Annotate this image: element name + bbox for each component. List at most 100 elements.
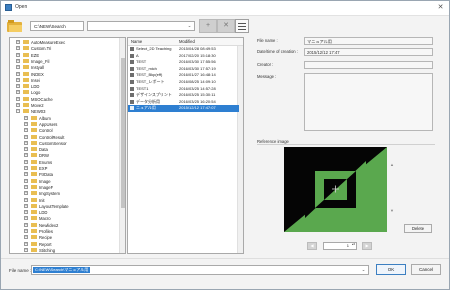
- expand-icon[interactable]: +: [16, 90, 20, 95]
- file-row[interactable]: Select_2D Teaching 2015/04/28 08:49:53: [128, 46, 239, 53]
- expand-icon[interactable]: +: [24, 166, 28, 170]
- file-modified: 2015/12/12 17:47:07: [179, 105, 216, 111]
- image-index-field[interactable]: 1 ▴▾: [323, 242, 357, 250]
- file-icon: [130, 66, 134, 71]
- chevron-down-icon[interactable]: ⌄: [360, 266, 367, 274]
- folder-icon: [31, 172, 37, 177]
- close-icon[interactable]: ✕: [436, 3, 445, 12]
- expand-icon[interactable]: +: [24, 191, 28, 196]
- expand-icon[interactable]: +: [24, 153, 28, 158]
- folder-icon: [23, 77, 29, 82]
- expand-icon[interactable]: +: [16, 71, 20, 76]
- file-row[interactable]: TEST_レポート 2016/08/25 14:09:10: [128, 79, 239, 86]
- expand-icon[interactable]: +: [24, 172, 28, 177]
- expand-icon[interactable]: +: [24, 229, 28, 233]
- folder-icon: [31, 210, 37, 215]
- folder-icon: [31, 121, 37, 126]
- expand-icon[interactable]: +: [16, 40, 20, 44]
- file-icon: [130, 53, 134, 58]
- expand-icon[interactable]: +: [16, 84, 20, 89]
- add-folder-icon: +: [205, 22, 211, 29]
- file-name-display: マニュアル用: [304, 37, 433, 45]
- file-row[interactable]: データ分析用 2016/03/25 16:20:54: [128, 99, 239, 106]
- image-scroll-down-icon[interactable]: ▼: [388, 207, 396, 214]
- file-row[interactable]: TEST 2016/03/30 17:55:56: [128, 59, 239, 66]
- next-image-button[interactable]: ▶: [362, 242, 372, 250]
- divider: [1, 258, 449, 259]
- open-dialog: Open ✕ C:\NEW\Search ⌄ + ✕ + AutoMeasureE…: [0, 0, 450, 290]
- expand-icon[interactable]: +: [16, 58, 20, 63]
- previous-image-button[interactable]: ◀: [307, 242, 317, 250]
- expand-icon[interactable]: +: [24, 128, 28, 133]
- file-row[interactable]: TEST1 2016/03/25 14:57:28: [128, 86, 239, 93]
- expand-icon[interactable]: +: [16, 77, 20, 82]
- file-name-input[interactable]: C:\NEW\Search\マニュアル用 ⌄: [31, 265, 369, 275]
- file-name: TEST: [136, 59, 147, 65]
- folder-tree[interactable]: + AutoMeasureExec + Custom.Tri + EZE + Image_Fi…: [9, 37, 126, 254]
- folder-icon: [31, 222, 37, 227]
- expand-icon[interactable]: +: [24, 197, 28, 202]
- open-folder-icon[interactable]: [7, 19, 23, 33]
- expand-icon[interactable]: +: [24, 134, 28, 139]
- expand-icon[interactable]: +: [24, 140, 28, 145]
- divider: [257, 144, 435, 145]
- column-modified[interactable]: Modified: [179, 38, 195, 45]
- file-row[interactable]: A 2017/02/20 15:18:30: [128, 53, 239, 60]
- expand-icon[interactable]: +: [24, 115, 28, 120]
- expand-icon[interactable]: +: [24, 178, 28, 183]
- list-view-icon[interactable]: [235, 19, 249, 33]
- folder-icon: [31, 203, 37, 208]
- folder-icon: [31, 115, 37, 120]
- title-bar: Open ✕: [1, 1, 449, 16]
- expand-icon[interactable]: +: [24, 184, 28, 189]
- expand-icon[interactable]: +: [24, 247, 28, 252]
- expand-icon[interactable]: +: [24, 121, 28, 126]
- file-modified: 2016/03/25 16:20:54: [179, 98, 216, 104]
- expand-icon[interactable]: +: [24, 222, 28, 227]
- file-name-label: File name :: [257, 38, 278, 43]
- expand-icon[interactable]: +: [24, 216, 28, 221]
- expand-icon[interactable]: +: [24, 241, 28, 246]
- expand-icon[interactable]: +: [16, 103, 20, 107]
- column-name[interactable]: Name: [131, 38, 142, 45]
- folder-path-combo[interactable]: ⌄: [87, 21, 195, 31]
- tree-scrollbar[interactable]: [119, 38, 125, 253]
- expand-icon[interactable]: +: [24, 235, 28, 240]
- file-list[interactable]: Name Modified Select_2D Teaching 2015/04/…: [127, 37, 244, 254]
- delete-button[interactable]: Delete: [404, 224, 432, 233]
- tree-scroll-thumb[interactable]: [121, 58, 125, 208]
- file-row[interactable]: TEST_mich 2016/03/30 17:57:19: [128, 66, 239, 73]
- expand-icon[interactable]: +: [16, 52, 20, 57]
- ok-button[interactable]: OK: [376, 264, 406, 275]
- folder-icon: [23, 65, 29, 70]
- file-icon: [130, 93, 134, 98]
- expand-icon[interactable]: +: [24, 159, 28, 164]
- folder-icon: [31, 178, 37, 183]
- message-display: [304, 73, 433, 131]
- spinner-icon[interactable]: ▴▾: [352, 243, 355, 246]
- reference-image: [284, 147, 387, 232]
- collapse-icon[interactable]: −: [16, 109, 20, 114]
- cancel-button[interactable]: Cancel: [411, 264, 441, 275]
- date-display: 2015/12/12 17:47: [304, 48, 433, 56]
- image-scroll-up-icon[interactable]: ▲: [388, 161, 396, 168]
- expand-icon[interactable]: +: [16, 65, 20, 70]
- folder-path-field[interactable]: C:\NEW\Search: [30, 21, 84, 31]
- file-row[interactable]: デザインスプリント 2016/03/25 15:30:11: [128, 92, 239, 99]
- file-modified: 2016/03/25 15:30:11: [179, 92, 216, 98]
- expand-icon[interactable]: +: [16, 96, 20, 101]
- folder-icon: [23, 71, 29, 76]
- remove-folder-button[interactable]: ✕: [217, 19, 235, 33]
- file-row[interactable]: ニュアル用 2015/12/12 17:47:07: [128, 105, 239, 112]
- chevron-down-icon[interactable]: ⌄: [186, 22, 193, 30]
- expand-icon[interactable]: +: [24, 210, 28, 215]
- expand-icon[interactable]: +: [24, 203, 28, 208]
- folder-icon: [31, 229, 37, 233]
- add-folder-button[interactable]: +: [199, 19, 217, 33]
- expand-icon[interactable]: +: [24, 147, 28, 152]
- expand-icon[interactable]: +: [16, 46, 20, 51]
- folder-icon: [23, 46, 29, 51]
- file-row[interactable]: TEST_Bkp(eff) 2016/01/27 16:48:14: [128, 72, 239, 79]
- folder-icon: [31, 184, 37, 189]
- file-icon: [130, 60, 134, 65]
